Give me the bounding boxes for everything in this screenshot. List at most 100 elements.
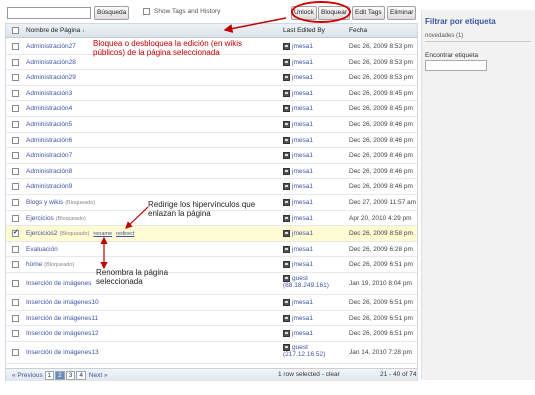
table-row[interactable]: Administración9 jmesa1 Dec 26, 2009 8:46 p… (6, 179, 417, 195)
page-link[interactable]: Administración27 (26, 43, 76, 50)
user-link[interactable]: jmesa1 (292, 168, 313, 175)
page-link[interactable]: Administración6 (26, 137, 72, 144)
show-tags-checkbox[interactable] (143, 8, 150, 15)
user-link[interactable]: jmesa1 (292, 246, 313, 253)
redirect-link[interactable]: redirect (116, 231, 134, 237)
page-link[interactable]: home (26, 261, 42, 268)
user-link[interactable]: jmesa1 (292, 74, 313, 81)
page-link[interactable]: Inserción de imágenes13 (26, 349, 99, 356)
row-checkbox[interactable] (12, 199, 19, 206)
edit-tags-button[interactable]: Edit Tags (352, 6, 385, 20)
table-row[interactable]: Administración5 jmesa1 Dec 26, 2009 8:46 p… (6, 117, 417, 133)
row-checkbox[interactable] (12, 261, 19, 269)
page-link[interactable]: Administración7 (26, 152, 72, 159)
page-link[interactable]: Administración4 (26, 105, 72, 112)
delete-button[interactable]: Eliminar (387, 6, 417, 20)
user-link[interactable]: jmesa1 (292, 215, 313, 222)
table-row[interactable]: Inserción de imágenes11 jmesa1 Dec 26, 200… (6, 311, 417, 327)
table-row[interactable]: Administración6 jmesa1 Dec 26, 2009 8:46 p… (6, 133, 417, 149)
user-link[interactable]: jmesa1 (292, 137, 313, 144)
row-checkbox[interactable] (12, 89, 19, 97)
user-link[interactable]: jmesa1 (292, 184, 313, 191)
table-row[interactable]: Administración7 jmesa1 Dec 26, 2009 8:46 p… (6, 148, 417, 164)
page-number-4[interactable]: 4 (76, 371, 87, 380)
user-link[interactable]: jmesa1 (292, 330, 313, 337)
user-link[interactable]: jmesa1 (292, 262, 313, 269)
user-link[interactable]: jmesa1 (292, 121, 313, 128)
column-header-edited-by[interactable]: Last Edited By (283, 27, 325, 34)
rename-link[interactable]: rename (93, 231, 112, 237)
row-checkbox[interactable] (12, 228, 19, 238)
lock-button[interactable]: Bloquear (318, 6, 351, 20)
table-row[interactable]: Inserción de imágenes13 guest (217.12.16.5… (6, 342, 417, 364)
page-link[interactable]: Administración3 (26, 90, 72, 97)
show-tags-toggle[interactable]: Show Tags and History (143, 8, 220, 15)
page-link[interactable]: Ejercicios2 (26, 230, 57, 237)
page-link[interactable]: Administración29 (26, 74, 76, 81)
row-checkbox[interactable] (12, 121, 19, 128)
page-link[interactable]: Ejercicios (26, 215, 54, 222)
page-link[interactable]: Administración5 (26, 121, 72, 128)
page-link[interactable]: Evaluación (26, 246, 58, 253)
page-link[interactable]: Inserción de imágenes10 (26, 299, 99, 306)
page-number-3[interactable]: 3 (65, 371, 76, 380)
page-link[interactable]: Blogs y wikis (26, 199, 63, 206)
previous-page-link[interactable]: « Previous (12, 372, 43, 379)
column-header-name[interactable]: Nombre de Página (26, 27, 85, 34)
user-link[interactable]: guest (292, 344, 308, 351)
page-link[interactable]: Administración8 (26, 168, 72, 175)
user-link[interactable]: jmesa1 (292, 152, 313, 159)
select-all-checkbox[interactable] (12, 27, 19, 34)
row-checkbox[interactable] (12, 280, 19, 287)
user-link[interactable]: jmesa1 (292, 199, 313, 206)
row-checkbox[interactable] (12, 299, 19, 306)
page-number-2[interactable]: 2 (55, 371, 65, 380)
table-row[interactable]: Inserción de imágenes guest (88.18.249.161… (6, 273, 417, 295)
find-tag-input[interactable] (425, 60, 487, 71)
row-checkbox[interactable] (12, 43, 19, 50)
table-row[interactable]: Administración3 jmesa1 Dec 26, 2009 8:45 p… (6, 86, 417, 102)
page-link[interactable]: Inserción de imágenes12 (26, 330, 99, 337)
table-row[interactable]: Ejercicios2(Bloqueado)rename redirect jmes… (6, 226, 417, 242)
search-input[interactable] (7, 7, 91, 19)
selection-status[interactable]: 1 row selected - clear (278, 371, 340, 378)
row-checkbox[interactable] (12, 136, 19, 144)
user-link[interactable]: jmesa1 (292, 59, 313, 66)
table-row[interactable]: Administración8 jmesa1 Dec 26, 2009 8:46 p… (6, 164, 417, 180)
column-header-date[interactable]: Fecha (349, 27, 367, 34)
table-row[interactable]: Administración4 jmesa1 Dec 26, 2009 8:45 p… (6, 101, 417, 117)
table-row[interactable]: Inserción de imágenes10 jmesa1 Dec 26, 200… (6, 295, 417, 311)
row-checkbox[interactable] (12, 245, 19, 253)
row-checkbox[interactable] (12, 167, 19, 175)
table-row[interactable]: Evaluación jmesa1 Dec 26, 2009 6:28 pm (6, 242, 417, 258)
table-row[interactable]: home (Bloqueado) jmesa1 Dec 26, 2009 6:51 p… (6, 257, 417, 273)
row-checkbox[interactable] (12, 330, 19, 338)
user-link[interactable]: jmesa1 (292, 106, 313, 113)
user-link[interactable]: guest (292, 275, 308, 282)
page-link[interactable]: Inserción de imágenes (26, 280, 91, 287)
row-checkbox[interactable] (12, 214, 19, 222)
search-button[interactable]: Búsqueda (94, 6, 130, 20)
row-checkbox[interactable] (12, 348, 19, 356)
next-page-link[interactable]: Next » (89, 372, 108, 379)
unlock-button[interactable]: Unlock (291, 6, 317, 20)
table-row[interactable]: Administración29 jmesa1 Dec 26, 2009 8:53 … (6, 70, 417, 86)
user-link[interactable]: jmesa1 (292, 315, 313, 322)
row-checkbox[interactable] (12, 74, 19, 82)
row-checkbox[interactable] (12, 314, 19, 322)
row-checkbox[interactable] (12, 58, 19, 66)
page-link[interactable]: Administración28 (26, 59, 76, 66)
page-link[interactable]: Administración9 (26, 183, 72, 190)
row-checkbox[interactable] (12, 105, 19, 113)
page-number-1[interactable]: 1 (44, 371, 55, 380)
user-link[interactable]: jmesa1 (292, 90, 313, 97)
row-checkbox[interactable] (12, 152, 19, 160)
last-edited-by-cell: guest (217.12.16.52) (283, 343, 325, 358)
user-link[interactable]: jmesa1 (292, 43, 313, 50)
table-row[interactable]: Inserción de imágenes12 jmesa1 Dec 26, 200… (6, 326, 417, 342)
row-checkbox[interactable] (12, 183, 19, 191)
page-link[interactable]: Inserción de imágenes11 (26, 315, 98, 322)
user-link[interactable]: jmesa1 (292, 230, 313, 237)
user-link[interactable]: jmesa1 (292, 299, 313, 306)
tag-filter-item[interactable]: novedades (1) (425, 33, 531, 42)
